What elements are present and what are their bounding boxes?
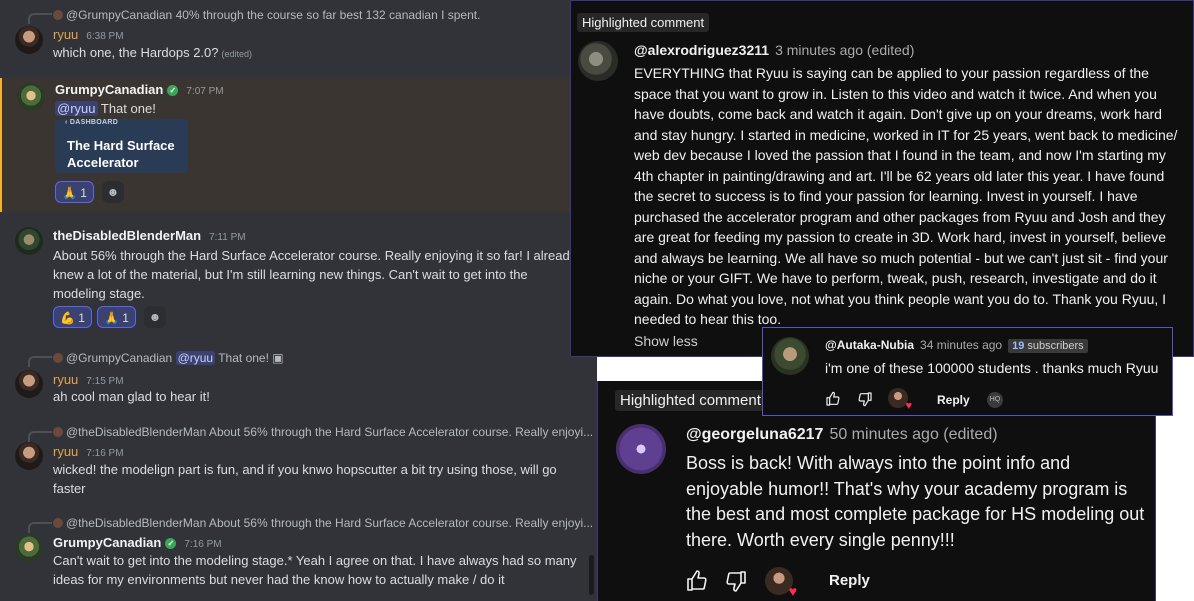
thumbs-down-icon[interactable]: [724, 569, 748, 593]
reply-avatar: [53, 353, 63, 363]
comment-text: Boss is back! With always into the point…: [686, 453, 1145, 550]
comment-time: 3 minutes ago (edited): [775, 42, 915, 58]
timestamp: 7:15 PM: [86, 376, 124, 387]
username[interactable]: GrumpyCanadian ✓ 7:07 PM: [55, 82, 224, 97]
add-reaction-icon[interactable]: ☻: [102, 181, 124, 203]
timestamp: 7:07 PM: [186, 86, 224, 97]
message-text: Can't wait to get into the modeling stag…: [53, 553, 577, 587]
comment-text: i'm one of these 100000 students . thank…: [825, 360, 1159, 376]
reply-button[interactable]: Reply: [937, 393, 970, 407]
comment-time: 34 minutes ago: [920, 338, 1003, 352]
reply-connector: [28, 356, 52, 367]
comment-text: EVERYTHING that Ryuu is saying can be ap…: [634, 65, 1178, 327]
thumbs-up-icon[interactable]: [825, 391, 841, 407]
reaction-flex[interactable]: 💪 1: [53, 306, 92, 328]
heart-icon: ♥: [905, 400, 912, 412]
subscriber-badge: 19 subscribers: [1008, 339, 1088, 353]
avatar[interactable]: [15, 370, 43, 398]
message-text: wicked! the modelign part is fun, and if…: [53, 462, 557, 496]
username[interactable]: ryuu 7:16 PM: [53, 444, 124, 459]
avatar[interactable]: [15, 442, 43, 470]
timestamp: 6:38 PM: [86, 31, 124, 42]
reaction-pray[interactable]: 🙏 1: [97, 306, 136, 328]
thumbs-down-icon[interactable]: [857, 391, 873, 407]
username[interactable]: GrumpyCanadian ✓ 7:16 PM: [53, 535, 222, 550]
avatar[interactable]: [17, 83, 45, 111]
username[interactable]: ryuu 7:15 PM: [53, 372, 124, 387]
comment-author[interactable]: @Autaka-Nubia 34 minutes ago 19 subscriber…: [825, 338, 1088, 353]
message-text: About 56% through the Hard Surface Accel…: [53, 248, 577, 301]
user-mention[interactable]: @ryuu: [55, 101, 98, 116]
highlighted-comment-label: Highlighted comment: [615, 390, 766, 411]
avatar[interactable]: [771, 337, 809, 375]
channel-badge-icon: HQ: [987, 392, 1003, 408]
timestamp: 7:16 PM: [184, 539, 222, 550]
creator-heart-icon: ♥: [765, 567, 797, 599]
yt-highlighted-comment-top: Highlighted comment @alexrodriguez3211 3 …: [570, 0, 1194, 357]
chat-message-highlighted: GrumpyCanadian ✓ 7:07 PM @ryuu That one! ‹…: [0, 78, 597, 212]
reply-connector: [28, 522, 52, 533]
chat-message: @GrumpyCanadian @ryuu That one! ▣ ryuu 7:…: [0, 345, 597, 411]
username[interactable]: theDisabledBlenderMan 7:11 PM: [53, 228, 246, 243]
chat-message: @theDisabledBlenderMan About 56% through…: [0, 509, 597, 601]
add-reaction-icon[interactable]: ☻: [144, 306, 166, 328]
avatar[interactable]: [15, 26, 43, 54]
thumbs-up-icon[interactable]: [685, 569, 709, 593]
verified-badge-icon: ✓: [165, 538, 177, 549]
scrollbar[interactable]: [589, 555, 594, 595]
show-less-button[interactable]: Show less: [634, 333, 698, 349]
reply-preview[interactable]: @GrumpyCanadian 40% through the course s…: [53, 8, 480, 22]
timestamp: 7:16 PM: [86, 448, 124, 459]
reply-avatar: [53, 518, 63, 528]
embed-title: The Hard Surface Accelerator: [67, 138, 175, 170]
creator-heart-icon: ♥: [888, 388, 912, 412]
reaction-pray[interactable]: 🙏 1: [55, 181, 94, 203]
reply-button[interactable]: Reply: [829, 572, 870, 589]
avatar[interactable]: [616, 424, 666, 474]
heart-icon: ♥: [788, 583, 797, 599]
user-mention: @ryuu: [175, 351, 216, 365]
edited-label: (edited): [221, 49, 253, 59]
username[interactable]: ryuu 6:38 PM: [53, 27, 124, 42]
reply-avatar: [53, 10, 63, 20]
chat-message: @GrumpyCanadian 40% through the course s…: [0, 0, 597, 72]
message-text: @ryuu That one!: [55, 101, 156, 116]
message-text: ah cool man glad to hear it!: [53, 389, 210, 404]
avatar[interactable]: [15, 534, 43, 562]
link-embed[interactable]: ‹ DASHBOARD The Hard Surface Accelerator: [55, 119, 188, 173]
comment-author[interactable]: @alexrodriguez3211 3 minutes ago (edited): [634, 42, 914, 58]
reply-connector: [28, 13, 52, 24]
timestamp: 7:11 PM: [209, 232, 246, 243]
reply-connector: [28, 431, 52, 442]
highlighted-comment-label: Highlighted comment: [577, 13, 710, 32]
reply-preview[interactable]: @theDisabledBlenderMan About 56% through…: [53, 516, 593, 530]
embed-dashboard-label: ‹ DASHBOARD: [65, 119, 119, 126]
yt-reply-comment: @Autaka-Nubia 34 minutes ago 19 subscriber…: [762, 327, 1173, 416]
chat-message: @theDisabledBlenderMan About 56% through…: [0, 418, 597, 502]
chat-message: theDisabledBlenderMan 7:11 PM About 56% t…: [0, 222, 597, 334]
message-text: which one, the Hardops 2.0? (edited): [53, 45, 253, 60]
reply-avatar: [53, 427, 63, 437]
discord-chat-panel: @GrumpyCanadian 40% through the course s…: [0, 0, 597, 601]
comment-time: 50 minutes ago (edited): [829, 426, 998, 443]
comment-author[interactable]: @georgeluna6217 50 minutes ago (edited): [686, 426, 998, 444]
reply-preview[interactable]: @theDisabledBlenderMan About 56% through…: [53, 425, 593, 439]
image-attachment-icon: ▣: [272, 351, 284, 365]
avatar[interactable]: [15, 227, 43, 255]
verified-badge-icon: ✓: [167, 85, 179, 96]
avatar[interactable]: [578, 41, 618, 81]
reply-preview[interactable]: @GrumpyCanadian @ryuu That one! ▣: [53, 351, 284, 365]
